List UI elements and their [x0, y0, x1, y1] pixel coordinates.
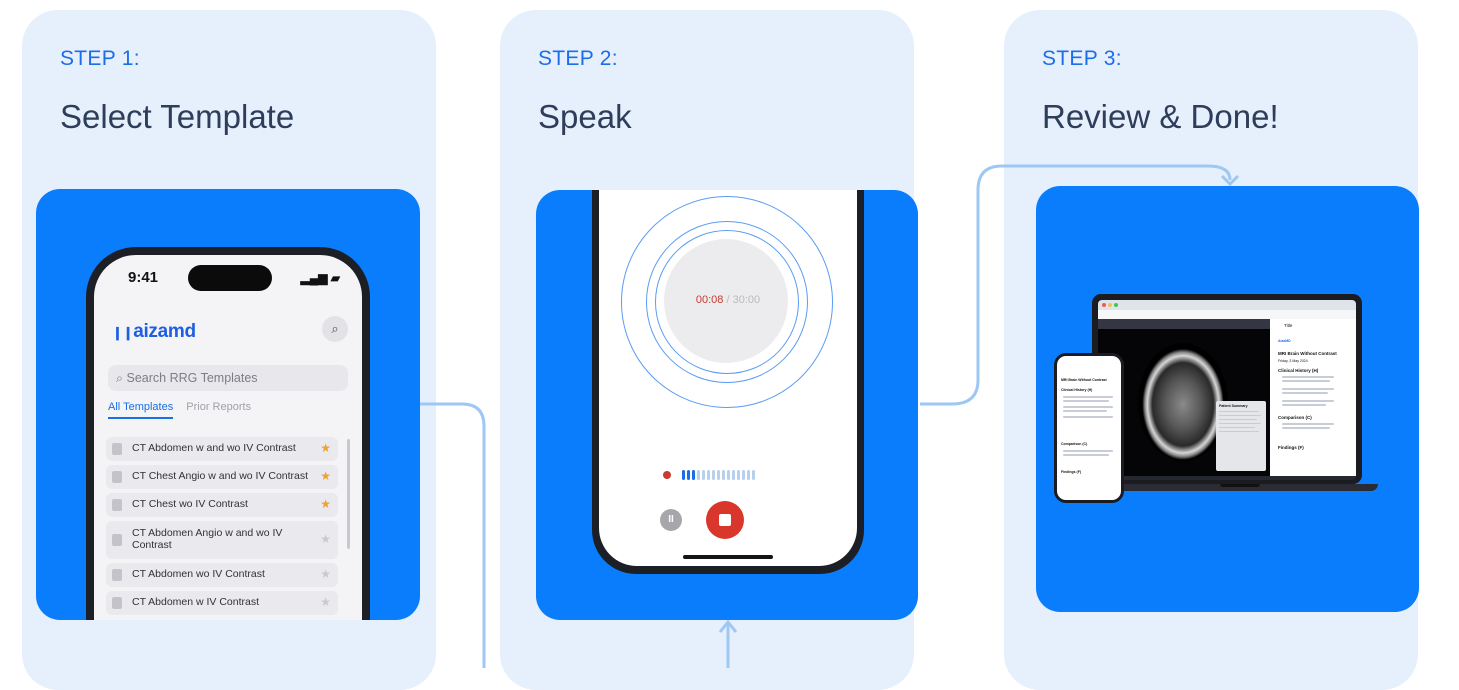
- home-indicator: [683, 555, 773, 559]
- list-item[interactable]: CT Chest wo IV Contrast ★: [106, 493, 338, 517]
- list-item[interactable]: CT Chest Angio w and wo IV Contrast ★: [106, 465, 338, 489]
- patient-summary-popup: Patient Summary: [1216, 401, 1266, 471]
- step1-card: STEP 1: Select Template 9:41 ▂▄▆ ▰ ❙❙aiz…: [22, 10, 436, 690]
- search-placeholder: Search RRG Templates: [126, 371, 258, 385]
- document-icon: [112, 471, 122, 483]
- document-icon: [112, 597, 122, 609]
- recording-screen: 00:08 / 30:00 II: [599, 190, 857, 566]
- timer-elapsed: 00:08: [695, 294, 724, 306]
- step2-title: Speak: [538, 98, 632, 135]
- star-icon[interactable]: ★: [320, 441, 331, 455]
- ct-scan-image: [1138, 343, 1228, 461]
- document-icon: [112, 569, 122, 581]
- status-time: 9:41: [128, 269, 159, 286]
- app-logo: ❙❙aizamd: [112, 321, 196, 342]
- list-item[interactable]: CT Abdomen w and wo IV Contrast ★: [106, 437, 338, 461]
- template-list: CT Abdomen w and wo IV Contrast ★ CT Ches…: [106, 437, 338, 619]
- browser-tabs: [1098, 300, 1356, 310]
- phone-mockup: 9:41 ▂▄▆ ▰ ❙❙aizamd ⌕ ⌕ Search RRG Templ…: [86, 247, 370, 620]
- small-phone-mockup: MRI Brain Without Contrast Clinical Hist…: [1054, 353, 1124, 503]
- audio-level-meter: [682, 470, 802, 480]
- stop-icon: [719, 514, 731, 526]
- tab-all-templates[interactable]: All Templates: [108, 401, 174, 419]
- step3-card: STEP 3: Review & Done! Patient Summary T…: [1004, 10, 1419, 690]
- laptop-screen: Patient Summary Title AizaMD MRI Brain W…: [1098, 300, 1356, 480]
- template-tabs: All Templates Prior Reports: [108, 401, 251, 419]
- step1-title: Select Template: [60, 98, 295, 135]
- search-input[interactable]: ⌕ Search RRG Templates: [108, 365, 348, 391]
- star-icon[interactable]: ★: [320, 595, 331, 609]
- timer-total: / 30:00: [726, 294, 761, 306]
- small-phone-screen: MRI Brain Without Contrast Clinical Hist…: [1057, 356, 1121, 500]
- step2-card: STEP 2: Speak 00:08 / 30:00 II: [500, 10, 918, 690]
- viewer-toolbar: [1098, 319, 1270, 329]
- recording-dot-icon: [663, 471, 671, 479]
- status-bar: 9:41 ▂▄▆ ▰: [94, 265, 362, 291]
- step2-panel: 00:08 / 30:00 II: [536, 190, 918, 620]
- stop-button[interactable]: [706, 501, 744, 539]
- dynamic-island: [188, 265, 272, 291]
- list-item[interactable]: CT Abdomen Angio w and wo IV Contrast ★: [106, 521, 338, 559]
- step1-label: STEP 1:: [60, 47, 140, 70]
- report-panel: Title AizaMD MRI Brain Without Contrast …: [1270, 319, 1356, 476]
- tab-prior-reports[interactable]: Prior Reports: [186, 401, 251, 413]
- list-item[interactable]: CT Abdomen wo IV Contrast ★: [106, 563, 338, 587]
- phone-screen: 9:41 ▂▄▆ ▰ ❙❙aizamd ⌕ ⌕ Search RRG Templ…: [94, 255, 362, 620]
- document-icon: [112, 499, 122, 511]
- scrollbar[interactable]: [347, 439, 350, 549]
- search-icon[interactable]: ⌕: [322, 316, 348, 342]
- step2-label: STEP 2:: [538, 47, 618, 70]
- step3-label: STEP 3:: [1042, 47, 1122, 70]
- phone-mockup: 00:08 / 30:00 II: [592, 190, 864, 574]
- record-timer: 00:08 / 30:00: [599, 294, 857, 306]
- signal-wifi-battery-icon: ▂▄▆ ▰: [300, 271, 340, 285]
- step3-title: Review & Done!: [1042, 98, 1279, 135]
- document-icon: [112, 534, 122, 546]
- list-item[interactable]: CT Abdomen w IV Contrast ★: [106, 591, 338, 615]
- star-icon[interactable]: ★: [320, 567, 331, 581]
- document-icon: [112, 443, 122, 455]
- star-icon[interactable]: ★: [320, 532, 331, 546]
- star-icon[interactable]: ★: [320, 469, 331, 483]
- laptop-mockup: Patient Summary Title AizaMD MRI Brain W…: [1092, 294, 1362, 484]
- star-icon[interactable]: ★: [320, 497, 331, 511]
- pause-icon[interactable]: II: [660, 509, 682, 531]
- step1-panel: 9:41 ▂▄▆ ▰ ❙❙aizamd ⌕ ⌕ Search RRG Templ…: [36, 189, 420, 620]
- step3-panel: Patient Summary Title AizaMD MRI Brain W…: [1036, 186, 1419, 612]
